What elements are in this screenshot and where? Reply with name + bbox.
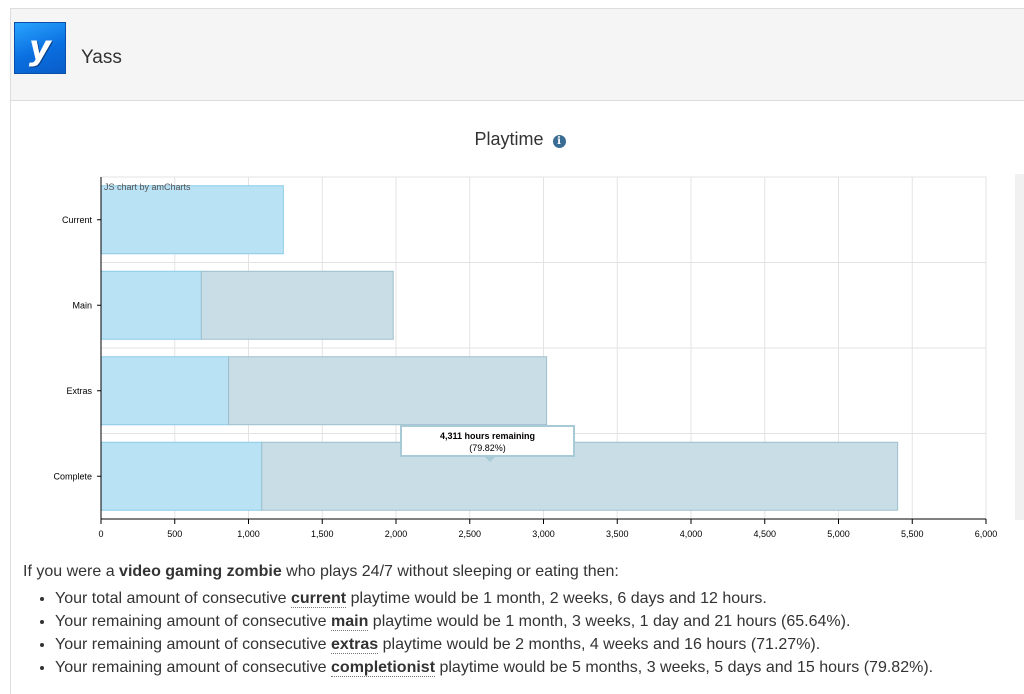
- keyword-current[interactable]: current: [291, 590, 347, 608]
- list-item: Your remaining amount of consecutive ext…: [55, 635, 1013, 655]
- item-text: Your remaining amount of consecutive: [55, 659, 332, 676]
- x-tick-label: 3,500: [606, 529, 629, 539]
- summary-intro: If you were a video gaming zombie who pl…: [23, 563, 1013, 581]
- bar-extras-segment-1[interactable]: [228, 356, 548, 426]
- chart-credit[interactable]: JS chart by amCharts: [104, 182, 191, 192]
- bar-current-segment-0[interactable]: [100, 185, 284, 255]
- x-tick-label: 4,000: [680, 529, 703, 539]
- chart-tooltip: 4,311 hours remaining (79.82%): [400, 425, 575, 462]
- keyword-completionist[interactable]: completionist: [331, 659, 436, 677]
- x-tick-label: 5,000: [827, 529, 850, 539]
- item-text-end: playtime would be 5 months, 3 weeks, 5 d…: [435, 659, 934, 676]
- y-category-label: Current: [62, 215, 93, 225]
- item-text-end: playtime would be 1 month, 3 weeks, 1 da…: [368, 613, 851, 630]
- keyword-extras[interactable]: extras: [331, 636, 379, 654]
- item-text-end: playtime would be 2 months, 4 weeks and …: [378, 636, 821, 653]
- x-tick-label: 0: [98, 529, 103, 539]
- list-item: Your remaining amount of consecutive mai…: [55, 612, 1013, 632]
- bar-complete-segment-0[interactable]: [100, 441, 263, 511]
- tooltip-hours: 4,311 hours remaining: [439, 431, 536, 441]
- intro-text-end: who plays 24/7 without sleeping or eatin…: [281, 563, 619, 580]
- list-item: Your remaining amount of consecutive com…: [55, 658, 1013, 678]
- bar-complete-segment-1[interactable]: [261, 441, 899, 511]
- bar-main-segment-1[interactable]: [200, 270, 394, 340]
- item-text: Your total amount of consecutive: [55, 590, 291, 607]
- x-tick-label: 500: [167, 529, 182, 539]
- x-tick-label: 3,000: [532, 529, 555, 539]
- x-tick-label: 6,000: [975, 529, 998, 539]
- summary: If you were a video gaming zombie who pl…: [23, 563, 1013, 681]
- x-tick-label: 5,500: [901, 529, 924, 539]
- bar-main-segment-0[interactable]: [100, 270, 202, 340]
- playtime-chart: 0 500 1,000 1,500 2,000 2,500 3,000 3,500 4,000 4…: [53, 176, 998, 539]
- keyword-main[interactable]: main: [331, 613, 369, 631]
- item-text-end: playtime would be 1 month, 2 weeks, 6 da…: [346, 590, 767, 607]
- item-text: Your remaining amount of consecutive: [55, 636, 332, 653]
- item-text: Your remaining amount of consecutive: [55, 613, 332, 630]
- x-tick-label: 4,500: [753, 529, 776, 539]
- x-tick-label: 2,500: [458, 529, 481, 539]
- tooltip-percent: (79.82%): [469, 443, 506, 453]
- x-tick-label: 1,000: [237, 529, 260, 539]
- intro-text: If you were a: [23, 563, 120, 580]
- summary-list: Your total amount of consecutive current…: [23, 589, 1013, 678]
- list-item: Your total amount of consecutive current…: [55, 589, 1013, 609]
- y-category-label: Main: [72, 300, 92, 310]
- y-category-label: Complete: [53, 471, 92, 481]
- x-tick-label: 2,000: [385, 529, 408, 539]
- intro-bold: video gaming zombie: [119, 563, 282, 580]
- x-tick-label: 1,500: [311, 529, 334, 539]
- bar-extras-segment-0[interactable]: [100, 356, 230, 426]
- y-category-label: Extras: [66, 386, 92, 396]
